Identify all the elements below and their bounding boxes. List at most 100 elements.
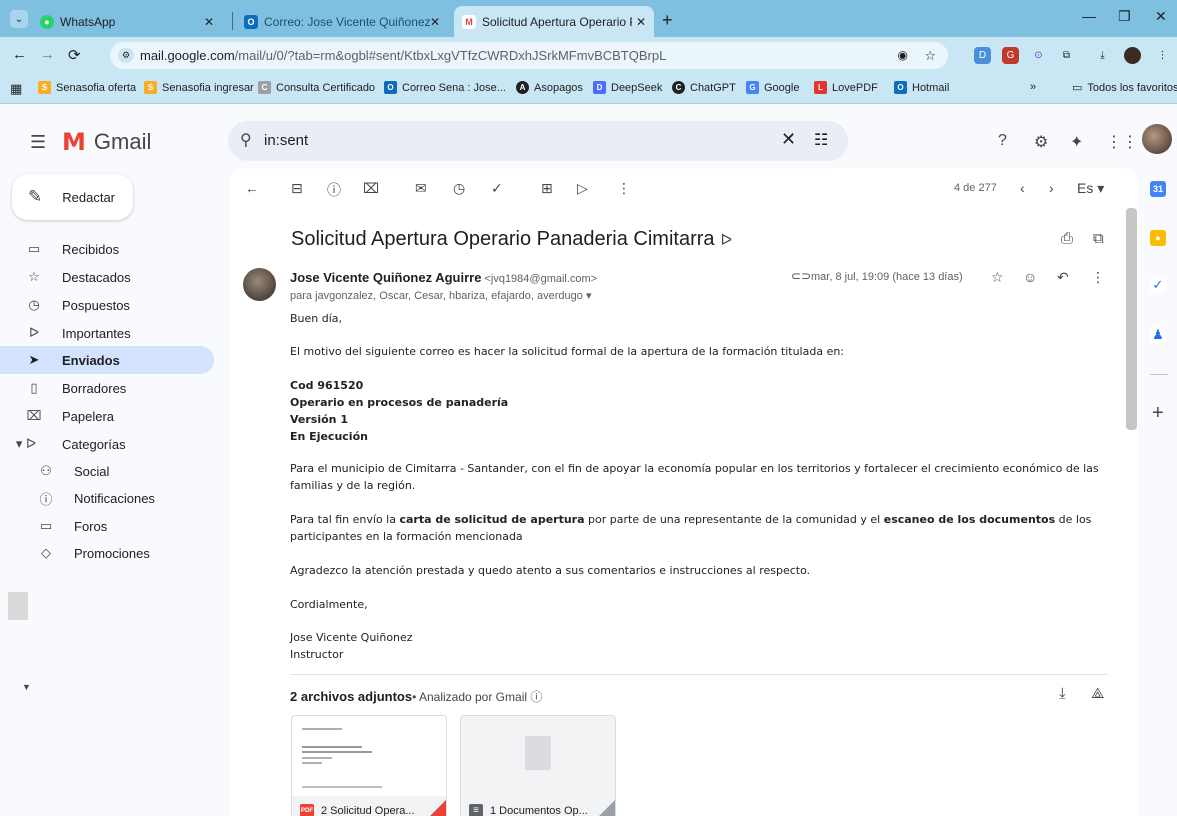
reload-icon[interactable]: ⟳ <box>68 46 81 64</box>
sidebar-item-social[interactable]: ⚇ Social <box>0 457 214 485</box>
download-all-icon[interactable]: ⤓ <box>1059 685 1066 702</box>
tracking-eye-icon[interactable]: ◉ <box>898 42 908 69</box>
sidebar-item-papelera[interactable]: ⌧ Papelera <box>0 402 214 430</box>
account-avatar[interactable] <box>1142 124 1172 154</box>
contacts-icon[interactable]: ♟ <box>1150 327 1166 343</box>
sidebar-item-notificaciones[interactable]: ⓘ Notificaciones <box>0 484 214 512</box>
bookmark-consulta-certificado[interactable]: C Consulta Certificado <box>258 81 375 94</box>
browser-menu-icon[interactable]: ⋮ <box>1154 47 1171 64</box>
apps-grid-icon[interactable]: ⋮⋮ <box>1106 132 1138 152</box>
sidebar-item-foros[interactable]: ▭ Foros <box>0 512 214 540</box>
back-icon[interactable]: ← <box>12 46 27 63</box>
delete-icon[interactable]: ⌧ <box>363 180 379 197</box>
older-icon[interactable]: › <box>1049 180 1054 196</box>
archive-icon[interactable]: ⊟ <box>291 180 303 197</box>
more-actions-icon[interactable]: ⋮ <box>1091 269 1105 286</box>
newer-icon[interactable]: ‹ <box>1020 180 1025 196</box>
print-icon[interactable]: ⎙ <box>1061 230 1073 247</box>
url-field[interactable]: ⚙ mail.google.com/mail/u/0/?tab=rm&ogbl#… <box>110 42 948 69</box>
keep-icon[interactable]: ● <box>1150 230 1166 246</box>
compose-button[interactable]: ✎ Redactar <box>12 174 133 220</box>
profile-avatar[interactable] <box>1124 47 1141 64</box>
forward-icon[interactable]: → <box>40 46 55 63</box>
bookmark-correo-sena[interactable]: O Correo Sena : Jose... <box>384 81 506 94</box>
sidebar-item-categorias[interactable]: ▾ ᐅ Categorías <box>0 430 214 458</box>
reply-icon[interactable]: ↶ <box>1057 269 1069 286</box>
bookmark-lovepdf[interactable]: L LovePDF <box>814 81 878 94</box>
recipients-dropdown[interactable]: para javgonzalez, Oscar, Cesar, hbariza,… <box>290 289 591 302</box>
attachment-card[interactable]: PDF 2 Solicitud Opera... <box>291 715 447 816</box>
search-bar[interactable]: ⚲ in:sent ✕ ☷ <box>228 121 848 161</box>
sender-avatar[interactable] <box>243 268 276 301</box>
main-menu-icon[interactable]: ☰ <box>30 132 46 153</box>
browser-tab-whatsapp[interactable]: ● WhatsApp ✕ <box>32 6 222 37</box>
search-input[interactable]: in:sent <box>264 132 308 149</box>
tab-search-icon[interactable]: ⌄ <box>10 10 28 28</box>
settings-gear-icon[interactable]: ⚙ <box>1034 132 1048 152</box>
help-icon[interactable]: ? <box>998 132 1007 150</box>
extension-icon[interactable]: ⊙ <box>1030 47 1047 64</box>
new-tab-icon[interactable]: + <box>662 10 673 31</box>
clear-search-icon[interactable]: ✕ <box>781 129 796 150</box>
bookmark-senasofia-oferta[interactable]: S Senasofia oferta <box>38 81 136 94</box>
add-addon-icon[interactable]: + <box>1152 402 1164 425</box>
more-options-icon[interactable]: ⋮ <box>617 180 631 197</box>
restore-icon[interactable]: ❐ <box>1118 8 1131 25</box>
star-icon[interactable]: ☆ <box>991 269 1004 286</box>
label-icon[interactable]: ▷ <box>577 180 588 197</box>
star-icon: ☆ <box>28 269 40 284</box>
gemini-sparkle-icon[interactable]: ✦ <box>1070 132 1083 152</box>
all-bookmarks-button[interactable]: ▭ Todos los favoritos <box>1072 81 1177 95</box>
sidebar-item-destacados[interactable]: ☆ Destacados <box>0 263 214 291</box>
move-to-icon[interactable]: ⊞ <box>541 180 553 197</box>
report-spam-icon[interactable]: ⓘ <box>327 180 341 200</box>
search-options-icon[interactable]: ☷ <box>814 130 828 150</box>
site-info-icon[interactable]: ⚙ <box>118 48 134 63</box>
sidebar-item-label: Foros <box>74 518 108 534</box>
snooze-icon[interactable]: ◷ <box>453 180 465 197</box>
input-language-select[interactable]: Es ▾ <box>1077 180 1104 197</box>
tasks-icon[interactable]: ✓ <box>1150 277 1166 293</box>
close-tab-icon[interactable]: ✕ <box>636 15 646 29</box>
search-icon[interactable]: ⚲ <box>240 130 252 150</box>
apps-grid-icon[interactable]: ▦ <box>10 81 22 97</box>
download-icon[interactable]: ⤓ <box>1094 47 1111 64</box>
open-new-window-icon[interactable]: ⧉ <box>1093 230 1104 247</box>
close-tab-icon[interactable]: ✕ <box>204 15 214 29</box>
sidebar-item-recibidos[interactable]: ▭ Recibidos <box>0 235 214 263</box>
email-scrollbar[interactable] <box>1126 208 1137 430</box>
email-view-panel: ← ⊟ ⓘ ⌧ ✉ ◷ ✓ ⊞ ▷ ⋮ 4 de 277 ‹ › Es ▾ So… <box>229 168 1138 816</box>
tab-title: Solicitud Apertura Operario Par <box>482 14 632 29</box>
extensions-puzzle-icon[interactable]: ⧉ <box>1058 47 1075 64</box>
sidebar-item-importantes[interactable]: ᐅ Importantes <box>0 319 214 347</box>
bookmark-star-icon[interactable]: ☆ <box>924 42 936 69</box>
bookmark-deepseek[interactable]: D DeepSeek <box>593 81 662 94</box>
browser-tab-outlook[interactable]: O Correo: Jose Vicente Quiñonez ✕ <box>236 6 448 37</box>
more-bookmarks-button[interactable]: » <box>1030 81 1036 93</box>
calendar-icon[interactable]: 31 <box>1150 181 1166 197</box>
bookmark-senasofia-ingresar[interactable]: S Senasofia ingresar <box>144 81 254 94</box>
back-to-list-icon[interactable]: ← <box>245 180 259 196</box>
caret-down-icon[interactable]: ▼ <box>22 682 31 692</box>
add-to-drive-icon[interactable]: ⟁ <box>1091 685 1104 702</box>
attachment-card[interactable]: ≡ 1 Documentos Op... <box>460 715 616 816</box>
extension-icon[interactable]: G <box>1002 47 1019 64</box>
close-window-icon[interactable]: ✕ <box>1155 8 1167 25</box>
sidebar-item-promociones[interactable]: ◇ Promociones <box>0 539 214 567</box>
gmail-logo[interactable]: M Gmail <box>62 128 151 156</box>
bookmark-asopagos[interactable]: A Asopagos <box>516 81 583 94</box>
browser-tab-gmail[interactable]: M Solicitud Apertura Operario Par ✕ <box>454 6 654 37</box>
close-tab-icon[interactable]: ✕ <box>430 15 440 29</box>
emoji-reaction-icon[interactable]: ☺ <box>1023 269 1037 285</box>
minimize-icon[interactable]: — <box>1082 8 1096 24</box>
bookmark-chatgpt[interactable]: C ChatGPT <box>672 81 736 94</box>
extension-icon[interactable]: D <box>974 47 991 64</box>
bookmark-hotmail[interactable]: O Hotmail <box>894 81 949 94</box>
add-task-icon[interactable]: ✓ <box>491 180 503 197</box>
bookmark-google[interactable]: G Google <box>746 81 799 94</box>
important-marker-icon[interactable]: ᐅ <box>721 232 733 249</box>
mark-unread-icon[interactable]: ✉ <box>415 180 427 197</box>
sidebar-item-enviados[interactable]: ➤ Enviados <box>0 346 214 374</box>
sidebar-item-borradores[interactable]: ▯ Borradores <box>0 374 214 402</box>
sidebar-item-pospuestos[interactable]: ◷ Pospuestos <box>0 291 214 319</box>
